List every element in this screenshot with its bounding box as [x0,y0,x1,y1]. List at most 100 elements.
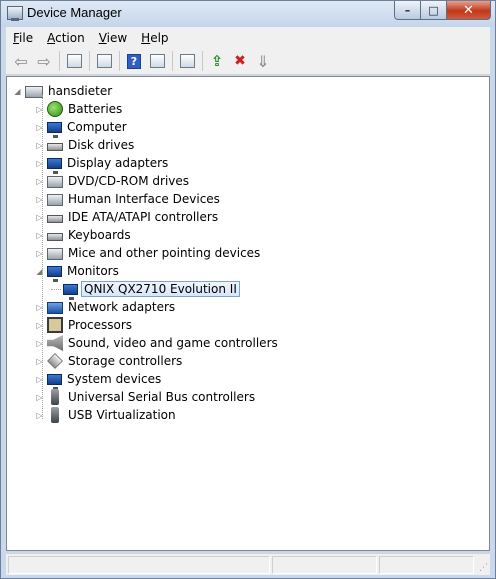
status-bar: ⋰ [6,553,490,575]
tree-category-item[interactable]: ▷ Network adapters [35,298,177,316]
action-pane-icon [149,54,165,68]
tree-item-label: Monitors [67,264,119,278]
toolbar-separator [202,51,203,71]
tree-category-item[interactable]: ▷ USB Virtualization [35,406,178,424]
tree-child-item[interactable]: QNIX QX2710 Evolution II [51,280,240,300]
scan-hardware-icon [179,54,195,68]
update-driver-button[interactable]: ⇪ [206,50,228,72]
computer-host-icon [25,86,43,98]
monitor-icon [47,266,62,282]
tree-category-item[interactable]: ▷ DVD/CD-ROM drives [35,172,191,190]
tree-category-item[interactable]: ◢ Monitors [35,262,121,282]
tree-item-label: System devices [67,372,162,386]
toolbar-separator [89,51,90,71]
uninstall-icon: ✖ [234,53,246,69]
tree-category-item[interactable]: ▷ Universal Serial Bus controllers [35,388,257,406]
menu-action-rest: ction [55,30,85,45]
storage-controller-icon [47,353,63,369]
tree-item-label: Human Interface Devices [68,192,220,206]
help-icon: ? [127,53,141,69]
menu-help-rest: elp [150,30,169,45]
battery-icon [47,101,63,117]
back-button[interactable]: ⇦ [10,50,32,72]
tree-item-label: Batteries [68,102,123,116]
status-pane-2 [272,556,377,574]
update-driver-icon: ⇪ [210,52,224,70]
computer-icon [47,122,62,138]
tree-guide-line [42,95,43,419]
tree-item-label: Sound, video and game controllers [68,336,278,350]
close-button[interactable]: ✕ [447,1,491,20]
help-button[interactable]: ? [123,50,145,72]
menu-help[interactable]: Help [134,31,175,45]
title-bar[interactable]: Device Manager – □ ✕ [1,1,495,27]
disable-button[interactable]: ⇓ [252,50,274,72]
tree-item-label: Keyboards [68,228,131,242]
status-pane-main [8,556,270,574]
ide-controller-icon [47,215,63,223]
toolbar: ⇦ ⇨ ? ⇪ ✖ ⇓ [6,48,490,75]
menu-help-accel: H [141,30,151,45]
tree-root-label: hansdieter [48,84,113,98]
tree-category-item[interactable]: ▷ Disk drives [35,136,136,154]
tree-item-label: DVD/CD-ROM drives [68,174,190,188]
tree-category-item[interactable]: ▷ Sound, video and game controllers [35,334,280,352]
tree-category-item[interactable]: ▷ IDE ATA/ATAPI controllers [35,208,220,226]
tree-category-item[interactable]: ▷ Keyboards [35,226,133,244]
show-hide-console-tree-button[interactable] [63,50,85,72]
uninstall-button[interactable]: ✖ [229,50,251,72]
properties-button[interactable] [93,50,115,72]
tree-item-label: Mice and other pointing devices [68,246,261,260]
menu-view-rest: iew [106,30,128,45]
tree-category-item[interactable]: ▷ Mice and other pointing devices [35,244,262,262]
forward-button[interactable]: ⇨ [33,50,55,72]
display-adapter-icon [47,158,62,174]
minimize-button[interactable]: – [394,1,421,20]
tree-item-label: Disk drives [68,138,135,152]
device-manager-window: Device Manager – □ ✕ File Action View He… [0,0,496,579]
tree-item-label: Processors [68,318,133,332]
collapse-arrow-icon[interactable]: ◢ [13,87,22,96]
back-arrow-icon: ⇦ [14,51,28,71]
tree-connector-line [51,289,61,290]
menu-file[interactable]: File [6,31,40,45]
window-title: Device Manager [27,5,122,20]
tree-category-item[interactable]: ▷ Processors [35,316,134,334]
tree-category-item[interactable]: ▷ Batteries [35,100,124,118]
tree-root[interactable]: ◢ hansdieter [13,82,114,100]
usb-icon [51,389,59,405]
menu-view-accel: V [98,30,107,45]
show-hide-action-pane-button[interactable] [146,50,168,72]
properties-icon [96,54,112,68]
menu-action-accel: A [47,30,56,45]
toolbar-separator [59,51,60,71]
mouse-icon [47,248,63,260]
hid-icon [47,194,63,206]
device-manager-icon [7,6,23,21]
toolbar-separator [172,51,173,71]
menu-view[interactable]: View [92,31,134,45]
resize-grip-icon[interactable]: ⋰ [479,563,488,573]
speaker-icon [47,335,63,351]
tree-category-item[interactable]: ▷ Human Interface Devices [35,190,222,208]
tree-item-label: Computer [67,120,127,134]
forward-arrow-icon: ⇨ [37,51,51,71]
dvd-drive-icon [47,176,63,188]
tree-item-label: Universal Serial Bus controllers [68,390,256,404]
menu-action[interactable]: Action [40,31,92,45]
tree-category-item[interactable]: ▷ Computer [35,118,129,138]
toolbar-separator [119,51,120,71]
tree-category-item[interactable]: ▷ System devices [35,370,163,390]
tree-category-item[interactable]: ▷ Display adapters [35,154,170,174]
usb-icon [51,407,59,423]
system-device-icon [47,374,62,390]
tree-item-label: IDE ATA/ATAPI controllers [68,210,219,224]
scan-hardware-button[interactable] [176,50,198,72]
device-tree-pane[interactable]: ◢ hansdieter ▷ Batteries ▷ Computer ▷ Disk dr… [6,76,490,551]
processor-icon [47,317,63,333]
maximize-button[interactable]: □ [421,1,447,20]
disable-device-icon: ⇓ [256,51,270,71]
status-pane-3 [379,556,474,574]
tree-category-item[interactable]: ▷ Storage controllers [35,352,184,370]
tree-item-label: QNIX QX2710 Evolution II [81,281,240,297]
